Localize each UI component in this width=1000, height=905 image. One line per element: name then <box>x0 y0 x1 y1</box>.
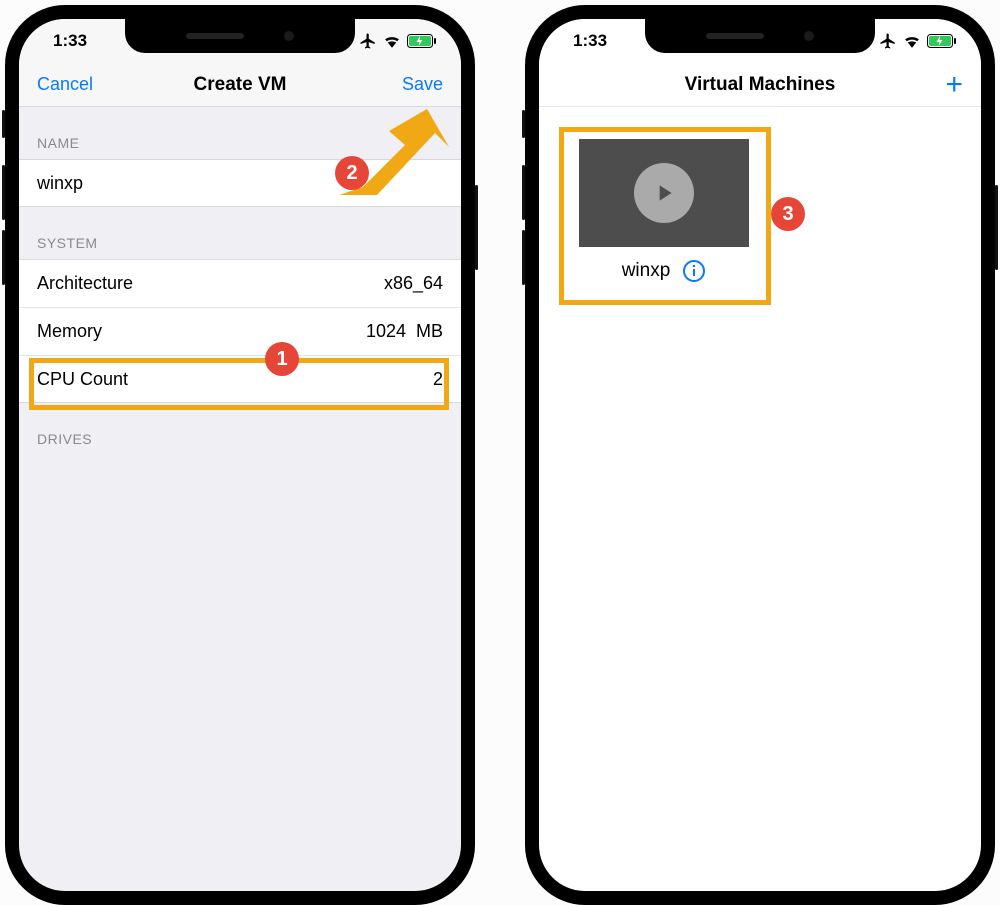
add-vm-button[interactable]: + <box>893 70 963 100</box>
architecture-row[interactable]: Architecture x86_64 <box>19 259 461 307</box>
info-icon[interactable] <box>682 259 706 283</box>
name-value: winxp <box>37 173 83 194</box>
screen-left: 1:33 Cancel Create VM Save NAME winxp SY… <box>19 19 461 891</box>
airplane-mode-icon <box>359 32 377 50</box>
annotation-badge-3: 3 <box>771 197 805 231</box>
status-icons <box>359 32 437 50</box>
airplane-mode-icon <box>879 32 897 50</box>
notch <box>125 19 355 53</box>
section-header-system: SYSTEM <box>19 207 461 259</box>
architecture-label: Architecture <box>37 273 133 294</box>
battery-charging-icon <box>407 34 437 48</box>
status-time: 1:33 <box>573 31 607 51</box>
status-icons <box>879 32 957 50</box>
battery-charging-icon <box>927 34 957 48</box>
save-button[interactable]: Save <box>373 74 443 95</box>
name-field-row[interactable]: winxp <box>19 159 461 207</box>
wifi-icon <box>903 34 921 48</box>
cpu-value: 2 <box>433 369 443 390</box>
iphone-frame-left: 1:33 Cancel Create VM Save NAME winxp SY… <box>5 5 475 905</box>
wifi-icon <box>383 34 401 48</box>
cpu-label: CPU Count <box>37 369 128 390</box>
section-header-drives: DRIVES <box>19 403 461 455</box>
vm-tile[interactable]: winxp <box>569 139 759 283</box>
architecture-value: x86_64 <box>384 273 443 294</box>
vm-name: winxp <box>622 260 671 282</box>
notch <box>645 19 875 53</box>
nav-title-left: Create VM <box>107 74 373 96</box>
memory-label: Memory <box>37 321 102 342</box>
status-time: 1:33 <box>53 31 87 51</box>
memory-row[interactable]: Memory 1024 MB <box>19 307 461 355</box>
vm-thumbnail[interactable] <box>579 139 749 247</box>
memory-value: 1024 MB <box>366 321 443 342</box>
nav-bar-left: Cancel Create VM Save <box>19 63 461 107</box>
nav-title-right: Virtual Machines <box>627 74 893 96</box>
iphone-frame-right: 1:33 Virtual Machines + winxp <box>525 5 995 905</box>
nav-bar-right: Virtual Machines + <box>539 63 981 107</box>
screen-right: 1:33 Virtual Machines + winxp <box>539 19 981 891</box>
section-header-name: NAME <box>19 107 461 159</box>
cpu-count-row[interactable]: CPU Count 2 <box>19 355 461 403</box>
play-icon[interactable] <box>634 163 694 223</box>
cancel-button[interactable]: Cancel <box>37 74 107 95</box>
